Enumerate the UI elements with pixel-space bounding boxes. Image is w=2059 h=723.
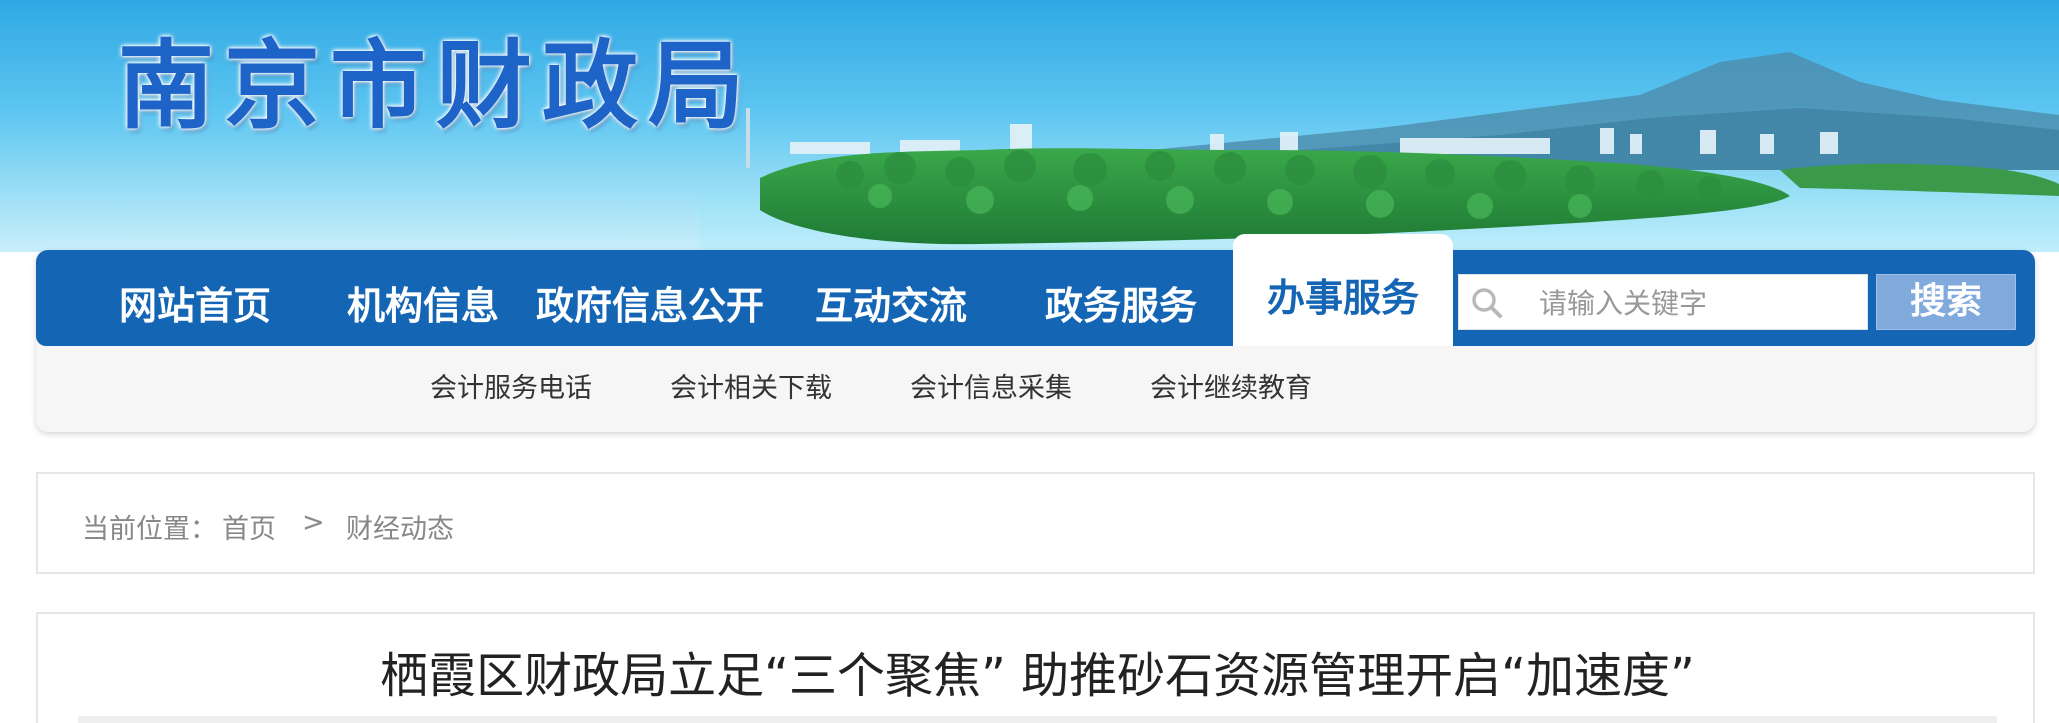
search-box <box>1458 274 1868 330</box>
breadcrumb-current-link[interactable]: 财经动态 <box>346 507 454 546</box>
nav-item-gov-info-disclosure[interactable]: 政府信息公开 <box>534 250 766 346</box>
search-input[interactable] <box>1539 283 1859 323</box>
breadcrumb-home-link[interactable]: 首页 <box>222 507 276 546</box>
article-meta-bar <box>78 716 1997 723</box>
article-title: 栖霞区财政局立足“三个聚焦” 助推砂石资源管理开启“加速度” <box>380 648 1695 704</box>
breadcrumb-prefix: 当前位置： <box>82 514 217 545</box>
nav-item-government-services[interactable]: 政务服务 <box>1026 250 1216 346</box>
search-button[interactable]: 搜索 <box>1876 274 2016 330</box>
nav-item-organization[interactable]: 机构信息 <box>328 250 518 346</box>
search-icon <box>1472 288 1502 318</box>
subnav-accounting-continuing-education[interactable]: 会计继续教育 <box>1150 366 1312 405</box>
subnav-accounting-downloads[interactable]: 会计相关下载 <box>670 366 832 405</box>
nav-item-affairs-services-active[interactable]: 办事服务 <box>1233 234 1453 346</box>
subnav-accounting-service-phone[interactable]: 会计服务电话 <box>430 366 592 405</box>
nav-item-interaction[interactable]: 互动交流 <box>796 250 986 346</box>
breadcrumb-separator: > <box>302 507 325 538</box>
article-container: 栖霞区财政局立足“三个聚焦” 助推砂石资源管理开启“加速度” <box>36 612 2035 723</box>
subnav-accounting-info-collection[interactable]: 会计信息采集 <box>910 366 1072 405</box>
breadcrumb: 当前位置： 首页 > 财经动态 <box>36 472 2035 574</box>
site-logo-title[interactable]: 南京市财政局 <box>118 8 754 147</box>
header-banner: 南京市财政局 <box>0 0 2059 252</box>
nav-item-home[interactable]: 网站首页 <box>100 250 290 346</box>
